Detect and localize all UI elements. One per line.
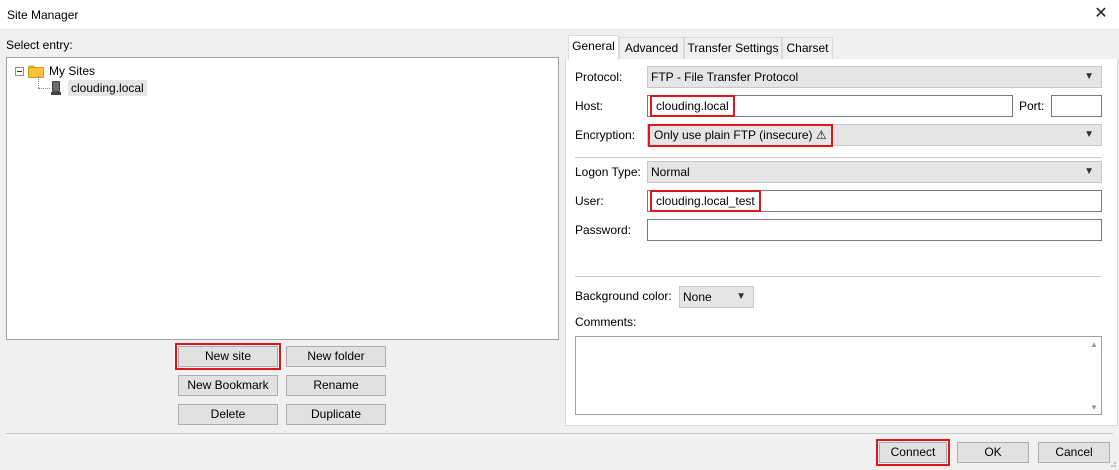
close-icon[interactable]: ✕ (1093, 5, 1109, 23)
title-bar: Site Manager ✕ (0, 0, 1119, 30)
encryption-value: Only use plain FTP (insecure) ⚠ (648, 124, 833, 147)
chevron-down-icon: ▼ (736, 291, 746, 302)
chevron-down-icon: ▼ (1084, 129, 1094, 140)
cancel-button[interactable]: Cancel (1038, 442, 1110, 463)
user-value: clouding.local_test (650, 190, 761, 212)
password-field[interactable] (647, 219, 1102, 241)
select-entry-label: Select entry: (6, 38, 73, 52)
duplicate-button[interactable]: Duplicate (286, 404, 386, 425)
protocol-select[interactable]: FTP - File Transfer Protocol ▼ (647, 66, 1102, 88)
resize-grip-icon[interactable] (1107, 458, 1117, 468)
chevron-down-icon: ▼ (1084, 166, 1094, 177)
new-site-button[interactable]: New site (175, 343, 281, 370)
divider (575, 157, 1101, 158)
comments-label: Comments: (575, 315, 637, 329)
port-label: Port: (1019, 99, 1045, 113)
new-bookmark-button[interactable]: New Bookmark (178, 375, 278, 396)
ok-button[interactable]: OK (957, 442, 1029, 463)
tree-item-my-sites[interactable]: My Sites (15, 62, 95, 80)
background-color-label: Background color: (575, 289, 672, 303)
chevron-down-icon: ▼ (1084, 71, 1094, 82)
rename-button[interactable]: Rename (286, 375, 386, 396)
connect-button[interactable]: Connect (876, 439, 950, 466)
background-color-select[interactable]: None ▼ (679, 286, 754, 308)
encryption-label: Encryption: (575, 128, 636, 142)
password-label: Password: (575, 223, 632, 237)
new-folder-button[interactable]: New folder (286, 346, 386, 367)
background-color-value: None (683, 290, 712, 304)
protocol-value: FTP - File Transfer Protocol (651, 70, 799, 84)
logon-type-select[interactable]: Normal ▼ (647, 161, 1102, 183)
logon-type-label: Logon Type: (575, 165, 641, 179)
tree-item-label: My Sites (49, 64, 96, 78)
delete-button[interactable]: Delete (178, 404, 278, 425)
scroll-down-icon[interactable]: ▼ (1090, 403, 1098, 412)
comments-textarea[interactable]: ▲ ▼ (575, 336, 1102, 415)
host-value: clouding.local (650, 95, 735, 117)
tab-charset[interactable]: Charset (782, 37, 833, 59)
user-field[interactable]: clouding.local_test (647, 190, 1102, 212)
tab-general[interactable]: General (568, 35, 619, 60)
tree-connector (38, 76, 39, 88)
encryption-select[interactable]: Only use plain FTP (insecure) ⚠ ▼ (647, 124, 1102, 147)
tree-connector (38, 88, 50, 89)
footer-divider (6, 433, 1113, 434)
logon-type-value: Normal (651, 165, 690, 179)
scroll-up-icon[interactable]: ▲ (1090, 340, 1098, 349)
tree-item-clouding-local[interactable]: clouding.local (51, 79, 147, 97)
window-title: Site Manager (7, 8, 79, 22)
host-field[interactable]: clouding.local (647, 95, 1013, 117)
server-icon (51, 80, 61, 96)
tree-item-label: clouding.local (68, 80, 147, 96)
tab-transfer-settings[interactable]: Transfer Settings (684, 37, 782, 59)
folder-icon (28, 64, 44, 78)
protocol-label: Protocol: (575, 70, 623, 84)
divider (575, 276, 1101, 277)
site-tree[interactable]: My Sites clouding.local (6, 57, 559, 340)
tab-advanced[interactable]: Advanced (619, 37, 684, 59)
collapse-icon[interactable] (15, 66, 24, 76)
host-label: Host: (575, 99, 604, 113)
user-label: User: (575, 194, 604, 208)
port-field[interactable] (1051, 95, 1102, 117)
